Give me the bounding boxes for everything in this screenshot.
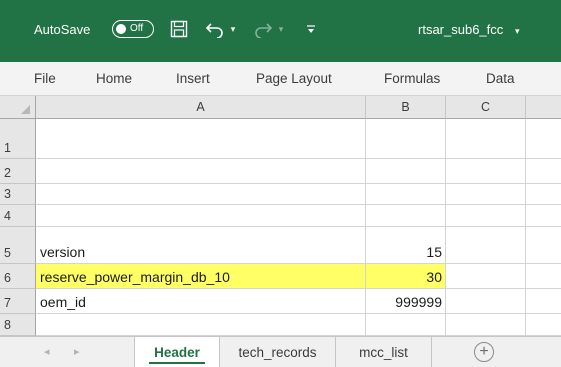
scroll-sheets-right-icon[interactable]: ▸	[74, 345, 80, 359]
select-all-icon	[21, 105, 30, 114]
cell-c3[interactable]	[446, 184, 526, 205]
worksheet-grid: A B C 1 2 3 4 5 version 15 6 reserve_pow…	[0, 96, 561, 336]
table-row: 4	[0, 205, 561, 227]
cell-c4[interactable]	[446, 205, 526, 227]
cell-d1[interactable]	[526, 119, 561, 159]
row-header[interactable]: 8	[0, 314, 36, 336]
tab-insert[interactable]: Insert	[176, 70, 210, 88]
autosave-toggle[interactable]: Off	[112, 20, 154, 38]
cell-d6[interactable]	[526, 264, 561, 289]
column-header-d[interactable]	[526, 96, 561, 119]
table-row: 5 version 15	[0, 227, 561, 264]
cell-c2[interactable]	[446, 159, 526, 184]
excel-window: AutoSave Off ▾ ▾ rtsar_sub6_fcc ▾ File H…	[0, 0, 561, 367]
cell-b6[interactable]: 30	[366, 264, 446, 289]
cell-d5[interactable]	[526, 227, 561, 264]
cell-b3[interactable]	[366, 184, 446, 205]
document-title[interactable]: rtsar_sub6_fcc	[418, 22, 503, 38]
row-header[interactable]: 7	[0, 289, 36, 314]
tab-home[interactable]: Home	[96, 70, 132, 88]
table-row: 3	[0, 184, 561, 205]
table-row: 1	[0, 119, 561, 159]
cell-b5[interactable]: 15	[366, 227, 446, 264]
table-row: 8	[0, 314, 561, 336]
cell-c8[interactable]	[446, 314, 526, 336]
undo-icon[interactable]	[204, 18, 226, 40]
cell-b4[interactable]	[366, 205, 446, 227]
row-header[interactable]: 5	[0, 227, 36, 264]
column-header-c[interactable]: C	[446, 96, 526, 119]
autosave-state: Off	[130, 23, 144, 34]
table-row: 2	[0, 159, 561, 184]
cell-b1[interactable]	[366, 119, 446, 159]
table-row: 7 oem_id 999999	[0, 289, 561, 314]
tab-data[interactable]: Data	[486, 70, 515, 88]
tab-formulas[interactable]: Formulas	[384, 70, 440, 88]
row-header[interactable]: 2	[0, 159, 36, 184]
row-header[interactable]: 4	[0, 205, 36, 227]
toggle-knob	[116, 24, 126, 34]
column-header-a[interactable]: A	[36, 96, 366, 119]
cell-a1[interactable]	[36, 119, 366, 159]
sheet-tab-mcc-list[interactable]: mcc_list	[336, 337, 432, 367]
cell-d7[interactable]	[526, 289, 561, 314]
cell-a8[interactable]	[36, 314, 366, 336]
table-row: 6 reserve_power_margin_db_10 30	[0, 264, 561, 289]
row-header[interactable]: 6	[0, 264, 36, 289]
autosave-label: AutoSave	[34, 22, 91, 37]
sheet-tab-header[interactable]: Header	[134, 337, 220, 367]
cell-a4[interactable]	[36, 205, 366, 227]
row-header[interactable]: 3	[0, 184, 36, 205]
column-header-b[interactable]: B	[366, 96, 446, 119]
tab-file[interactable]: File	[34, 70, 56, 88]
redo-icon[interactable]	[252, 18, 274, 40]
title-dropdown-icon[interactable]: ▾	[515, 23, 520, 39]
cell-a7[interactable]: oem_id	[36, 289, 366, 314]
cell-c5[interactable]	[446, 227, 526, 264]
cell-c6[interactable]	[446, 264, 526, 289]
customize-toolbar-icon[interactable]	[304, 18, 318, 40]
add-sheet-icon[interactable]: +	[474, 342, 494, 362]
undo-dropdown-icon[interactable]: ▾	[228, 18, 238, 40]
cell-d2[interactable]	[526, 159, 561, 184]
scroll-sheets-left-icon[interactable]: ◂	[44, 345, 50, 359]
ribbon-tabs: File Home Insert Page Layout Formulas Da…	[0, 62, 561, 96]
sheet-tab-tech-records[interactable]: tech_records	[220, 337, 336, 367]
cell-b7[interactable]: 999999	[366, 289, 446, 314]
row-header[interactable]: 1	[0, 119, 36, 159]
select-all-button[interactable]	[0, 96, 36, 119]
save-icon[interactable]	[168, 18, 190, 40]
cell-a2[interactable]	[36, 159, 366, 184]
cell-b8[interactable]	[366, 314, 446, 336]
cell-a5[interactable]: version	[36, 227, 366, 264]
title-bar: AutoSave Off ▾ ▾ rtsar_sub6_fcc ▾	[0, 0, 561, 62]
cell-c7[interactable]	[446, 289, 526, 314]
redo-dropdown-icon[interactable]: ▾	[276, 18, 286, 40]
cell-b2[interactable]	[366, 159, 446, 184]
cell-c1[interactable]	[446, 119, 526, 159]
cell-d3[interactable]	[526, 184, 561, 205]
cell-a3[interactable]	[36, 184, 366, 205]
cell-d8[interactable]	[526, 314, 561, 336]
tab-page-layout[interactable]: Page Layout	[256, 70, 332, 88]
cell-a6[interactable]: reserve_power_margin_db_10	[36, 264, 366, 289]
cell-d4[interactable]	[526, 205, 561, 227]
sheet-tab-bar: ◂ ▸ Header tech_records mcc_list +	[0, 336, 561, 367]
